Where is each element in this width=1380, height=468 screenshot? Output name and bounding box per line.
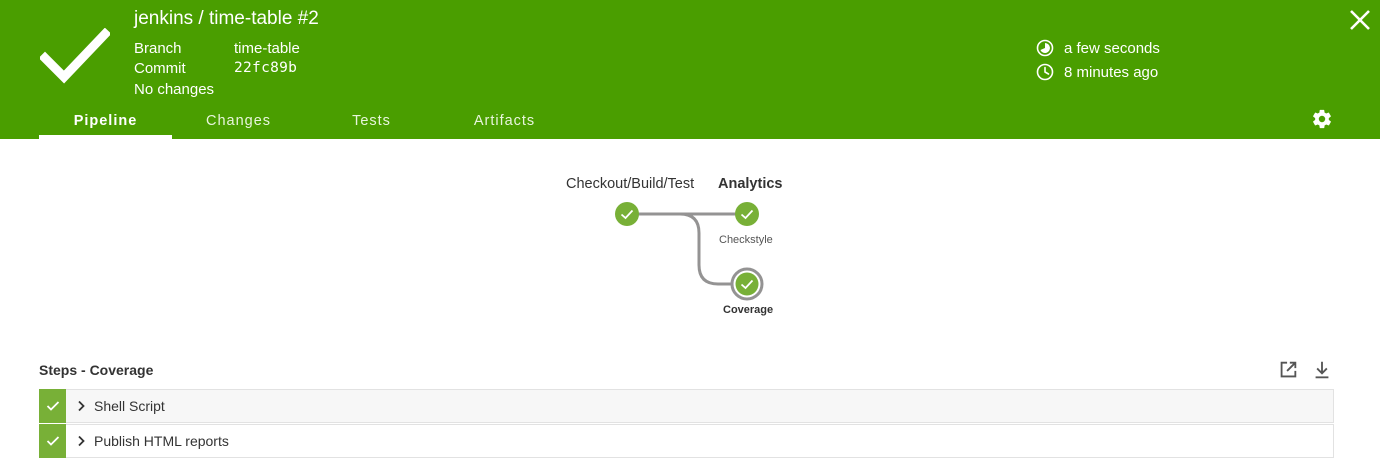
stage-label-analytics[interactable]: Analytics (718, 176, 782, 192)
stage-node-checkstyle[interactable] (734, 201, 760, 227)
gear-icon[interactable] (1311, 108, 1333, 130)
step-row-shell-script[interactable]: Shell Script (39, 389, 1334, 423)
tab-pipeline[interactable]: Pipeline (39, 103, 172, 139)
pipeline-connectors (627, 212, 747, 286)
step-row-publish-html[interactable]: Publish HTML reports (39, 424, 1334, 458)
stage-label-coverage[interactable]: Coverage (723, 304, 773, 316)
pipeline-graph: Checkout/Build/Test Analytics Checkstyle… (0, 139, 1380, 339)
close-icon[interactable] (1348, 8, 1372, 32)
duration-icon (1036, 39, 1054, 57)
clock-icon (1036, 63, 1054, 81)
step-success-status (39, 424, 66, 458)
success-check-icon (40, 28, 110, 84)
stage-label-checkout[interactable]: Checkout/Build/Test (566, 176, 694, 192)
chevron-right-icon[interactable] (76, 400, 86, 412)
tab-tests[interactable]: Tests (305, 103, 438, 139)
branch-label: Branch (134, 40, 182, 57)
started-row: 8 minutes ago (1036, 63, 1158, 81)
step-label: Publish HTML reports (94, 433, 229, 449)
stage-node-checkout[interactable] (614, 201, 640, 227)
started-text: 8 minutes ago (1064, 63, 1159, 81)
stage-node-coverage[interactable] (730, 267, 764, 301)
run-tabs: Pipeline Changes Tests Artifacts (39, 103, 571, 139)
tab-changes[interactable]: Changes (172, 103, 305, 139)
duration-text: a few seconds (1064, 39, 1160, 57)
commit-value[interactable]: 22fc89b (234, 60, 297, 76)
chevron-right-icon[interactable] (76, 435, 86, 447)
open-external-icon[interactable] (1277, 359, 1299, 381)
download-icon[interactable] (1311, 359, 1333, 381)
commit-label: Commit (134, 60, 186, 77)
branch-value: time-table (234, 40, 300, 57)
run-title: jenkins / time-table #2 (134, 8, 319, 29)
step-success-status (39, 389, 66, 423)
stage-label-checkstyle[interactable]: Checkstyle (719, 234, 773, 246)
check-icon (46, 401, 59, 411)
run-header: jenkins / time-table #2 Branch time-tabl… (0, 0, 1380, 139)
duration-row: a few seconds (1036, 39, 1160, 57)
changes-text: No changes (134, 81, 215, 98)
step-label: Shell Script (94, 398, 165, 414)
check-icon (46, 436, 59, 446)
steps-title: Steps - Coverage (39, 362, 154, 378)
tab-artifacts[interactable]: Artifacts (438, 103, 571, 139)
